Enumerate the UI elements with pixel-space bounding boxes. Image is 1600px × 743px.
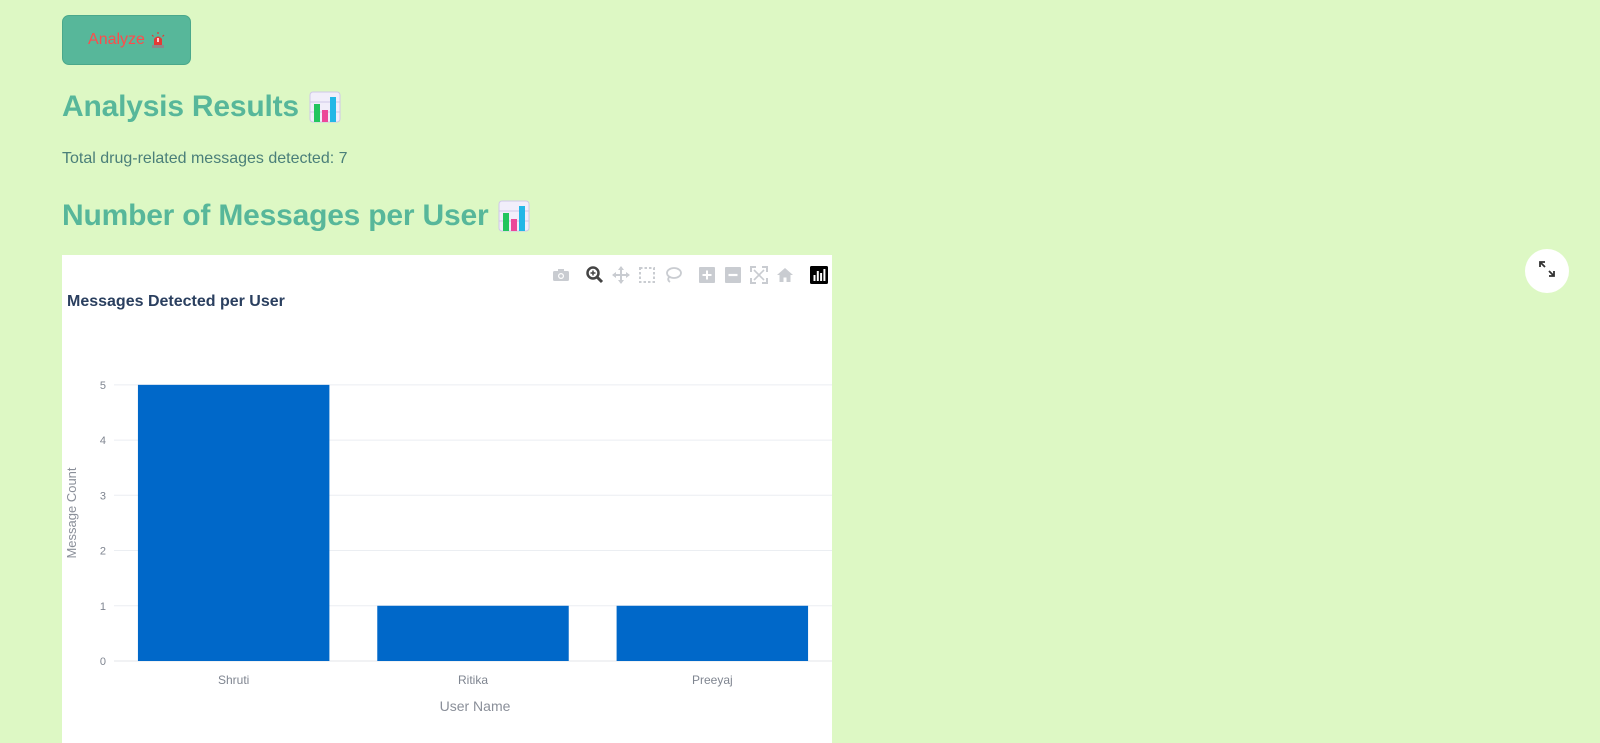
- x-tick-label: Ritika: [458, 673, 488, 687]
- x-tick-label: Shruti: [218, 673, 249, 687]
- chart-modebar: [548, 263, 832, 287]
- y-tick-label: 1: [100, 601, 106, 613]
- y-axis-title: Message Count: [64, 467, 79, 558]
- y-tick-label: 4: [100, 435, 106, 447]
- bar-shruti[interactable]: [137, 384, 330, 661]
- y-tick-label: 0: [100, 656, 106, 668]
- bar-preeyaj[interactable]: [616, 605, 809, 661]
- zoom-out-icon[interactable]: [720, 263, 746, 287]
- chart-container[interactable]: 0 1 2 3 4 5 Shruti Ritika Preeyaj User Name Mess…: [62, 255, 832, 743]
- bar-chart[interactable]: 0 1 2 3 4 5 Shruti Ritika Preeyaj User Name Mess…: [62, 255, 832, 743]
- analysis-results-title: Analysis Results: [62, 90, 299, 123]
- siren-icon: [151, 32, 165, 48]
- fullscreen-button[interactable]: [1525, 249, 1569, 293]
- camera-icon[interactable]: [548, 263, 574, 287]
- y-tick-label: 5: [100, 380, 106, 392]
- analyze-button-label: Analyze: [88, 31, 145, 48]
- messages-per-user-title: Number of Messages per User: [62, 199, 489, 232]
- box-select-icon[interactable]: [634, 263, 660, 287]
- autoscale-icon[interactable]: [746, 263, 772, 287]
- lasso-select-icon[interactable]: [660, 263, 686, 287]
- x-axis-title: User Name: [440, 698, 511, 714]
- bar-chart-icon: [498, 200, 530, 232]
- x-tick-label: Preeyaj: [692, 673, 733, 687]
- y-tick-label: 3: [100, 490, 106, 502]
- plotly-logo-icon[interactable]: [806, 263, 832, 287]
- zoom-icon[interactable]: [582, 263, 608, 287]
- analysis-results-heading: Analysis Results: [62, 90, 341, 124]
- bar-chart-icon: [309, 91, 341, 123]
- analyze-button[interactable]: Analyze: [62, 15, 191, 65]
- pan-icon[interactable]: [608, 263, 634, 287]
- reset-axes-icon[interactable]: [772, 263, 798, 287]
- chart-title: Messages Detected per User: [67, 293, 285, 310]
- total-messages-text: Total drug-related messages detected: 7: [62, 150, 348, 167]
- expand-icon: [1538, 260, 1556, 283]
- zoom-in-icon[interactable]: [694, 263, 720, 287]
- messages-per-user-heading: Number of Messages per User: [62, 199, 530, 233]
- bar-ritika[interactable]: [377, 605, 569, 661]
- y-tick-label: 2: [100, 546, 106, 558]
